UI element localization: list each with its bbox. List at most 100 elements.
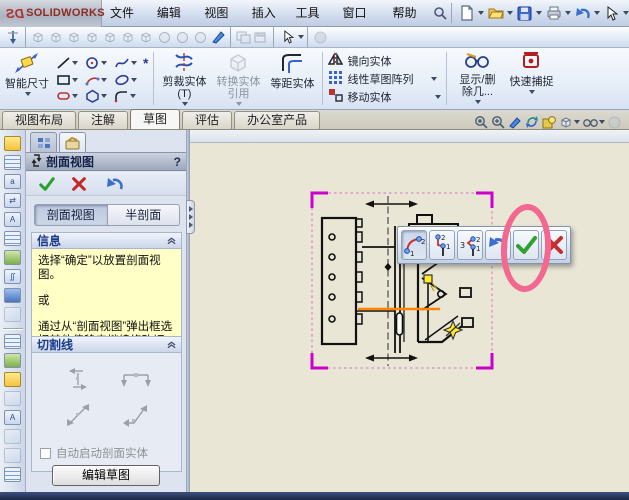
half-section-mode-button[interactable]: 半剖面 [107, 204, 180, 226]
hole-table-icon[interactable] [4, 353, 21, 368]
view-cube-icon[interactable] [65, 29, 83, 46]
view-cube-icon[interactable] [137, 29, 155, 46]
dropdown-arrow-icon[interactable] [435, 94, 442, 99]
property-manager-tab[interactable] [59, 132, 86, 154]
display-delete-relations-button[interactable]: 显示/删除几... [450, 48, 504, 109]
dimension-anchor-icon[interactable] [4, 29, 22, 46]
select-tool-button[interactable] [279, 29, 304, 46]
feature-manager-tab[interactable] [30, 132, 57, 152]
help-button[interactable]: ? [174, 155, 181, 169]
menu-window[interactable]: 窗口(W) [334, 3, 384, 40]
pen-tool-icon[interactable] [209, 29, 227, 46]
view-cube-icon[interactable] [119, 29, 137, 46]
tab-annotation[interactable]: 注解 [78, 111, 129, 129]
view-sphere-icon[interactable] [191, 29, 209, 46]
view-cube-icon[interactable] [47, 29, 65, 46]
dropdown-arrow-icon[interactable] [599, 120, 605, 124]
spell-check-icon[interactable]: a [4, 174, 21, 189]
trim-entities-button[interactable]: 剪裁实体(T) [157, 48, 211, 109]
arc-offset-button[interactable]: 1 2 [401, 230, 427, 260]
dropdown-arrow-icon[interactable] [431, 76, 438, 81]
open-button[interactable] [486, 3, 513, 23]
zoom-to-area-icon[interactable] [491, 115, 505, 129]
single-offset-button[interactable]: 2 1 [429, 230, 455, 260]
print-button[interactable] [544, 3, 571, 23]
dropdown-arrow-icon[interactable] [622, 11, 629, 15]
fillet-tool-button[interactable] [114, 89, 142, 103]
circle-tool-button[interactable] [85, 56, 113, 70]
save-button[interactable] [515, 3, 542, 23]
bill-of-materials-icon[interactable] [4, 372, 21, 387]
pan-icon[interactable] [508, 115, 522, 129]
dropdown-arrow-icon[interactable] [474, 100, 481, 104]
dropdown-arrow-icon[interactable] [101, 77, 107, 82]
weld-symbol-icon[interactable]: ∬ [4, 269, 21, 284]
panel-flyout-handle[interactable] [186, 200, 195, 234]
section-view-mode-button[interactable]: 剖面视图 [34, 204, 108, 226]
undo-button[interactable] [104, 174, 126, 194]
dropdown-arrow-icon[interactable] [101, 60, 107, 65]
view-orientation-icon[interactable] [559, 115, 580, 129]
smart-dimension-button[interactable]: 智能尺寸 [0, 48, 54, 109]
cutting-line-group-header[interactable]: 切割线 [31, 336, 182, 353]
message-group-header[interactable]: 信息 [31, 232, 182, 249]
format-painter-icon[interactable]: ⇄ [4, 193, 21, 208]
dropdown-arrow-icon[interactable] [535, 11, 542, 15]
window-cascade-icon[interactable] [252, 29, 270, 46]
window-tile-icon[interactable] [234, 29, 252, 46]
menu-edit[interactable]: 编辑(E) [149, 3, 196, 40]
auto-start-checkbox[interactable] [40, 447, 51, 459]
view-cube-icon[interactable] [29, 29, 47, 46]
magnetic-line-icon[interactable] [4, 231, 21, 246]
dropdown-arrow-icon[interactable] [101, 93, 107, 98]
slot-tool-button[interactable] [56, 89, 84, 103]
menu-file[interactable]: 文件(F) [102, 3, 149, 40]
notch-offset-button[interactable]: 3 2 1 [457, 230, 483, 260]
cancel-button[interactable] [68, 174, 90, 194]
revision-table-icon[interactable]: A [4, 410, 21, 425]
view-cube-icon[interactable] [101, 29, 119, 46]
dropdown-arrow-icon[interactable] [574, 120, 580, 124]
tab-sketch[interactable]: 草图 [130, 109, 181, 129]
dropdown-arrow-icon[interactable] [72, 93, 78, 98]
model-items-icon[interactable] [4, 155, 21, 170]
dropdown-arrow-icon[interactable] [298, 35, 304, 39]
arc-tool-button[interactable] [85, 73, 113, 87]
collapse-chevron-icon[interactable] [167, 341, 176, 349]
dropdown-arrow-icon[interactable] [528, 90, 535, 94]
view-sphere-icon[interactable] [155, 29, 173, 46]
tab-office-products[interactable]: 办公室产品 [234, 111, 321, 129]
polygon-tool-button[interactable] [85, 89, 113, 103]
move-entities-button[interactable]: 移动实体 [328, 88, 442, 105]
general-table-icon[interactable] [4, 334, 21, 349]
graphics-area[interactable]: 1 2 2 1 3 2 1 [190, 130, 629, 492]
dropdown-arrow-icon[interactable] [564, 11, 571, 15]
geometric-tolerance-icon[interactable] [4, 288, 21, 303]
dropdown-arrow-icon[interactable] [131, 77, 137, 82]
new-document-button[interactable] [457, 3, 484, 23]
dropdown-arrow-icon[interactable] [506, 11, 513, 15]
offset-entities-button[interactable]: 等距实体 [265, 48, 319, 109]
menu-tools[interactable]: 工具(T) [288, 3, 335, 40]
dropdown-arrow-icon[interactable] [235, 102, 242, 106]
appearance-icon[interactable] [542, 115, 556, 129]
line-tool-button[interactable] [56, 56, 84, 70]
tab-view-layout[interactable]: 视图布局 [2, 111, 77, 129]
menu-view[interactable]: 视图(V) [196, 3, 243, 40]
quick-snaps-button[interactable]: 快速捕捉 [504, 48, 558, 109]
ellipse-tool-button[interactable] [114, 73, 142, 87]
dropdown-arrow-icon[interactable] [181, 102, 188, 106]
zoom-to-fit-icon[interactable] [474, 115, 488, 129]
dropdown-arrow-icon[interactable] [72, 77, 78, 82]
dropdown-arrow-icon[interactable] [130, 93, 136, 98]
note-icon[interactable] [4, 136, 21, 151]
undo-button[interactable] [573, 3, 600, 23]
rotate-view-icon[interactable] [525, 115, 539, 129]
design-table-icon[interactable] [4, 467, 21, 482]
tab-evaluate[interactable]: 评估 [182, 111, 233, 129]
view-cube-icon[interactable] [83, 29, 101, 46]
search-icon[interactable] [432, 3, 448, 23]
auto-balloon-icon[interactable]: A [4, 212, 21, 227]
collapse-chevron-icon[interactable] [167, 237, 176, 245]
dropdown-arrow-icon[interactable] [72, 60, 78, 65]
